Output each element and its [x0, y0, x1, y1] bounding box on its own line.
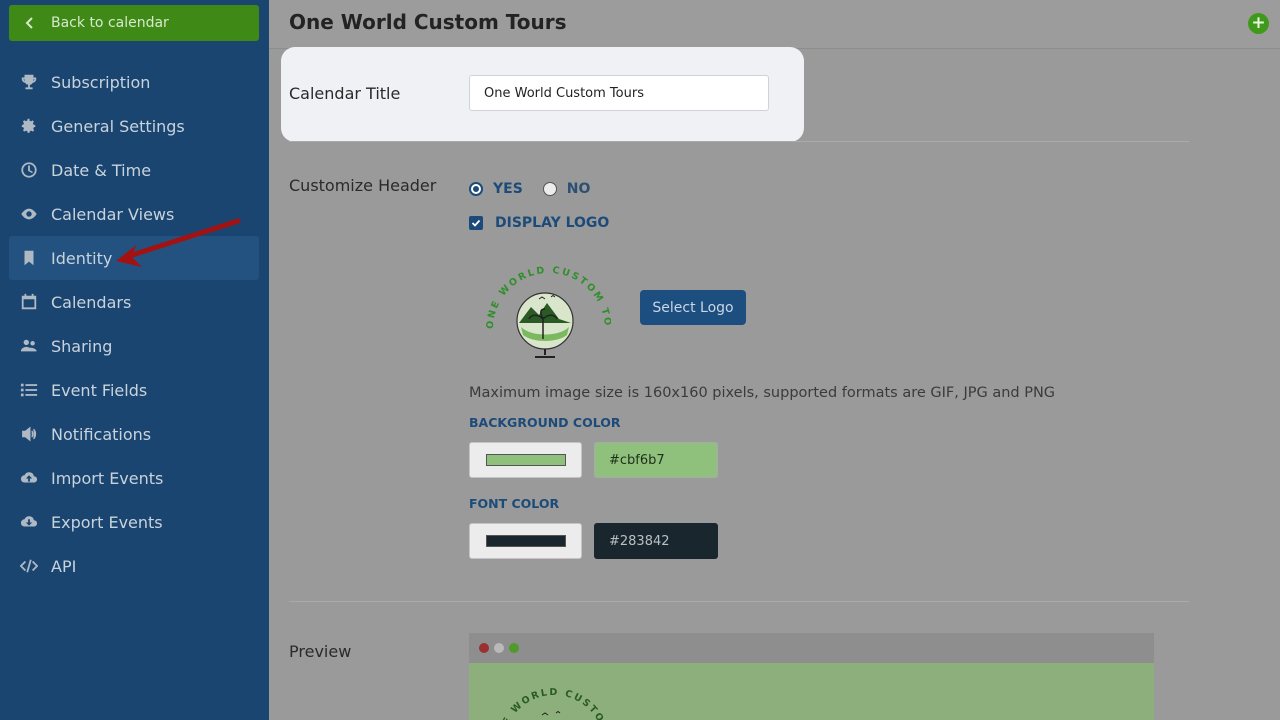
gear-icon — [19, 116, 39, 136]
calendar-title-label: Calendar Title — [289, 84, 401, 103]
identity-settings-panel: Calendar Title One World Custom Tours Cu… — [269, 47, 1280, 720]
chevron-left-icon — [25, 17, 33, 29]
background-color-input[interactable]: #cbf6b7 — [594, 442, 718, 478]
display-logo-row: DISPLAY LOGO — [469, 215, 609, 231]
preview-logo-image: ONE WORLD CUSTOM TOURS — [494, 685, 612, 720]
sidebar-item-import-events[interactable]: Import Events — [9, 456, 259, 500]
plus-circle-icon[interactable]: + — [1248, 13, 1269, 34]
preview-header-body: ONE WORLD CUSTOM TOURS — [469, 663, 1154, 720]
display-logo-checkbox[interactable] — [469, 216, 483, 230]
sidebar-nav: Subscription General Settings Date & Tim… — [9, 60, 259, 588]
trophy-icon — [19, 72, 39, 92]
font-color-label: FONT COLOR — [469, 496, 560, 511]
background-color-swatch — [485, 454, 566, 466]
font-color-input[interactable]: #283842 — [594, 523, 718, 559]
logo-size-hint: Maximum image size is 160x160 pixels, su… — [469, 385, 1056, 401]
clock-icon — [19, 160, 39, 180]
customize-header-radio-group: YES NO — [469, 181, 610, 197]
header-preview: ONE WORLD CUSTOM TOURS — [469, 633, 1154, 720]
bookmark-icon — [19, 248, 39, 268]
annotation-arrow-icon — [116, 218, 241, 267]
sidebar-item-label: Sharing — [51, 336, 113, 356]
sidebar-item-label: Date & Time — [51, 160, 152, 180]
radio-yes[interactable] — [469, 182, 483, 196]
preview-label: Preview — [289, 642, 352, 661]
calendar-title-input[interactable]: One World Custom Tours — [469, 75, 769, 111]
users-icon — [19, 336, 39, 356]
checkmark-icon — [471, 219, 481, 227]
sidebar-item-notifications[interactable]: Notifications — [9, 412, 259, 456]
display-logo-label[interactable]: DISPLAY LOGO — [495, 215, 609, 231]
font-color-swatch — [485, 535, 566, 547]
logo-image: ONE WORLD CUSTOM TOURS — [479, 259, 611, 358]
back-to-calendar-label: Back to calendar — [51, 15, 169, 31]
calendar-icon — [19, 292, 39, 312]
font-color-picker[interactable] — [469, 523, 582, 559]
sidebar-item-label: Calendars — [51, 292, 132, 312]
window-close-dot — [479, 643, 489, 653]
cloud-upload-icon — [19, 468, 39, 488]
sidebar-item-label: Notifications — [51, 424, 152, 444]
sidebar: Back to calendar Subscription General Se… — [0, 0, 269, 720]
window-minimize-dot — [494, 643, 504, 653]
code-icon — [19, 556, 39, 576]
radio-no[interactable] — [542, 182, 557, 196]
background-color-label: BACKGROUND COLOR — [469, 415, 621, 430]
divider — [289, 141, 1189, 142]
select-logo-button[interactable]: Select Logo — [640, 290, 746, 325]
preview-window-bar — [469, 633, 1154, 663]
megaphone-icon — [19, 424, 39, 444]
page-title: One World Custom Tours — [289, 10, 567, 34]
sidebar-item-label: Identity — [51, 248, 113, 268]
page-header: One World Custom Tours + — [269, 0, 1280, 49]
sidebar-item-label: Export Events — [51, 512, 163, 532]
svg-text:ONE WORLD CUSTOM TOURS: ONE WORLD CUSTOM TOURS — [494, 685, 612, 720]
sidebar-item-subscription[interactable]: Subscription — [9, 60, 259, 104]
sidebar-item-label: General Settings — [51, 116, 185, 136]
sidebar-item-export-events[interactable]: Export Events — [9, 500, 259, 544]
radio-yes-label[interactable]: YES — [493, 181, 523, 197]
sidebar-item-api[interactable]: API — [9, 544, 259, 588]
eye-icon — [19, 204, 39, 224]
list-icon — [19, 380, 39, 400]
sidebar-item-calendars[interactable]: Calendars — [9, 280, 259, 324]
cloud-download-icon — [19, 512, 39, 532]
back-to-calendar-button[interactable]: Back to calendar — [9, 5, 259, 41]
sidebar-item-label: Subscription — [51, 72, 151, 92]
sidebar-item-sharing[interactable]: Sharing — [9, 324, 259, 368]
sidebar-item-label: Event Fields — [51, 380, 148, 400]
customize-header-label: Customize Header — [289, 176, 437, 195]
divider — [289, 601, 1189, 602]
background-color-picker[interactable] — [469, 442, 582, 478]
radio-no-label[interactable]: NO — [567, 181, 591, 197]
window-maximize-dot — [509, 643, 519, 653]
sidebar-item-label: Import Events — [51, 468, 164, 488]
sidebar-item-label: API — [51, 556, 77, 576]
sidebar-item-general-settings[interactable]: General Settings — [9, 104, 259, 148]
sidebar-item-event-fields[interactable]: Event Fields — [9, 368, 259, 412]
sidebar-item-date-time[interactable]: Date & Time — [9, 148, 259, 192]
